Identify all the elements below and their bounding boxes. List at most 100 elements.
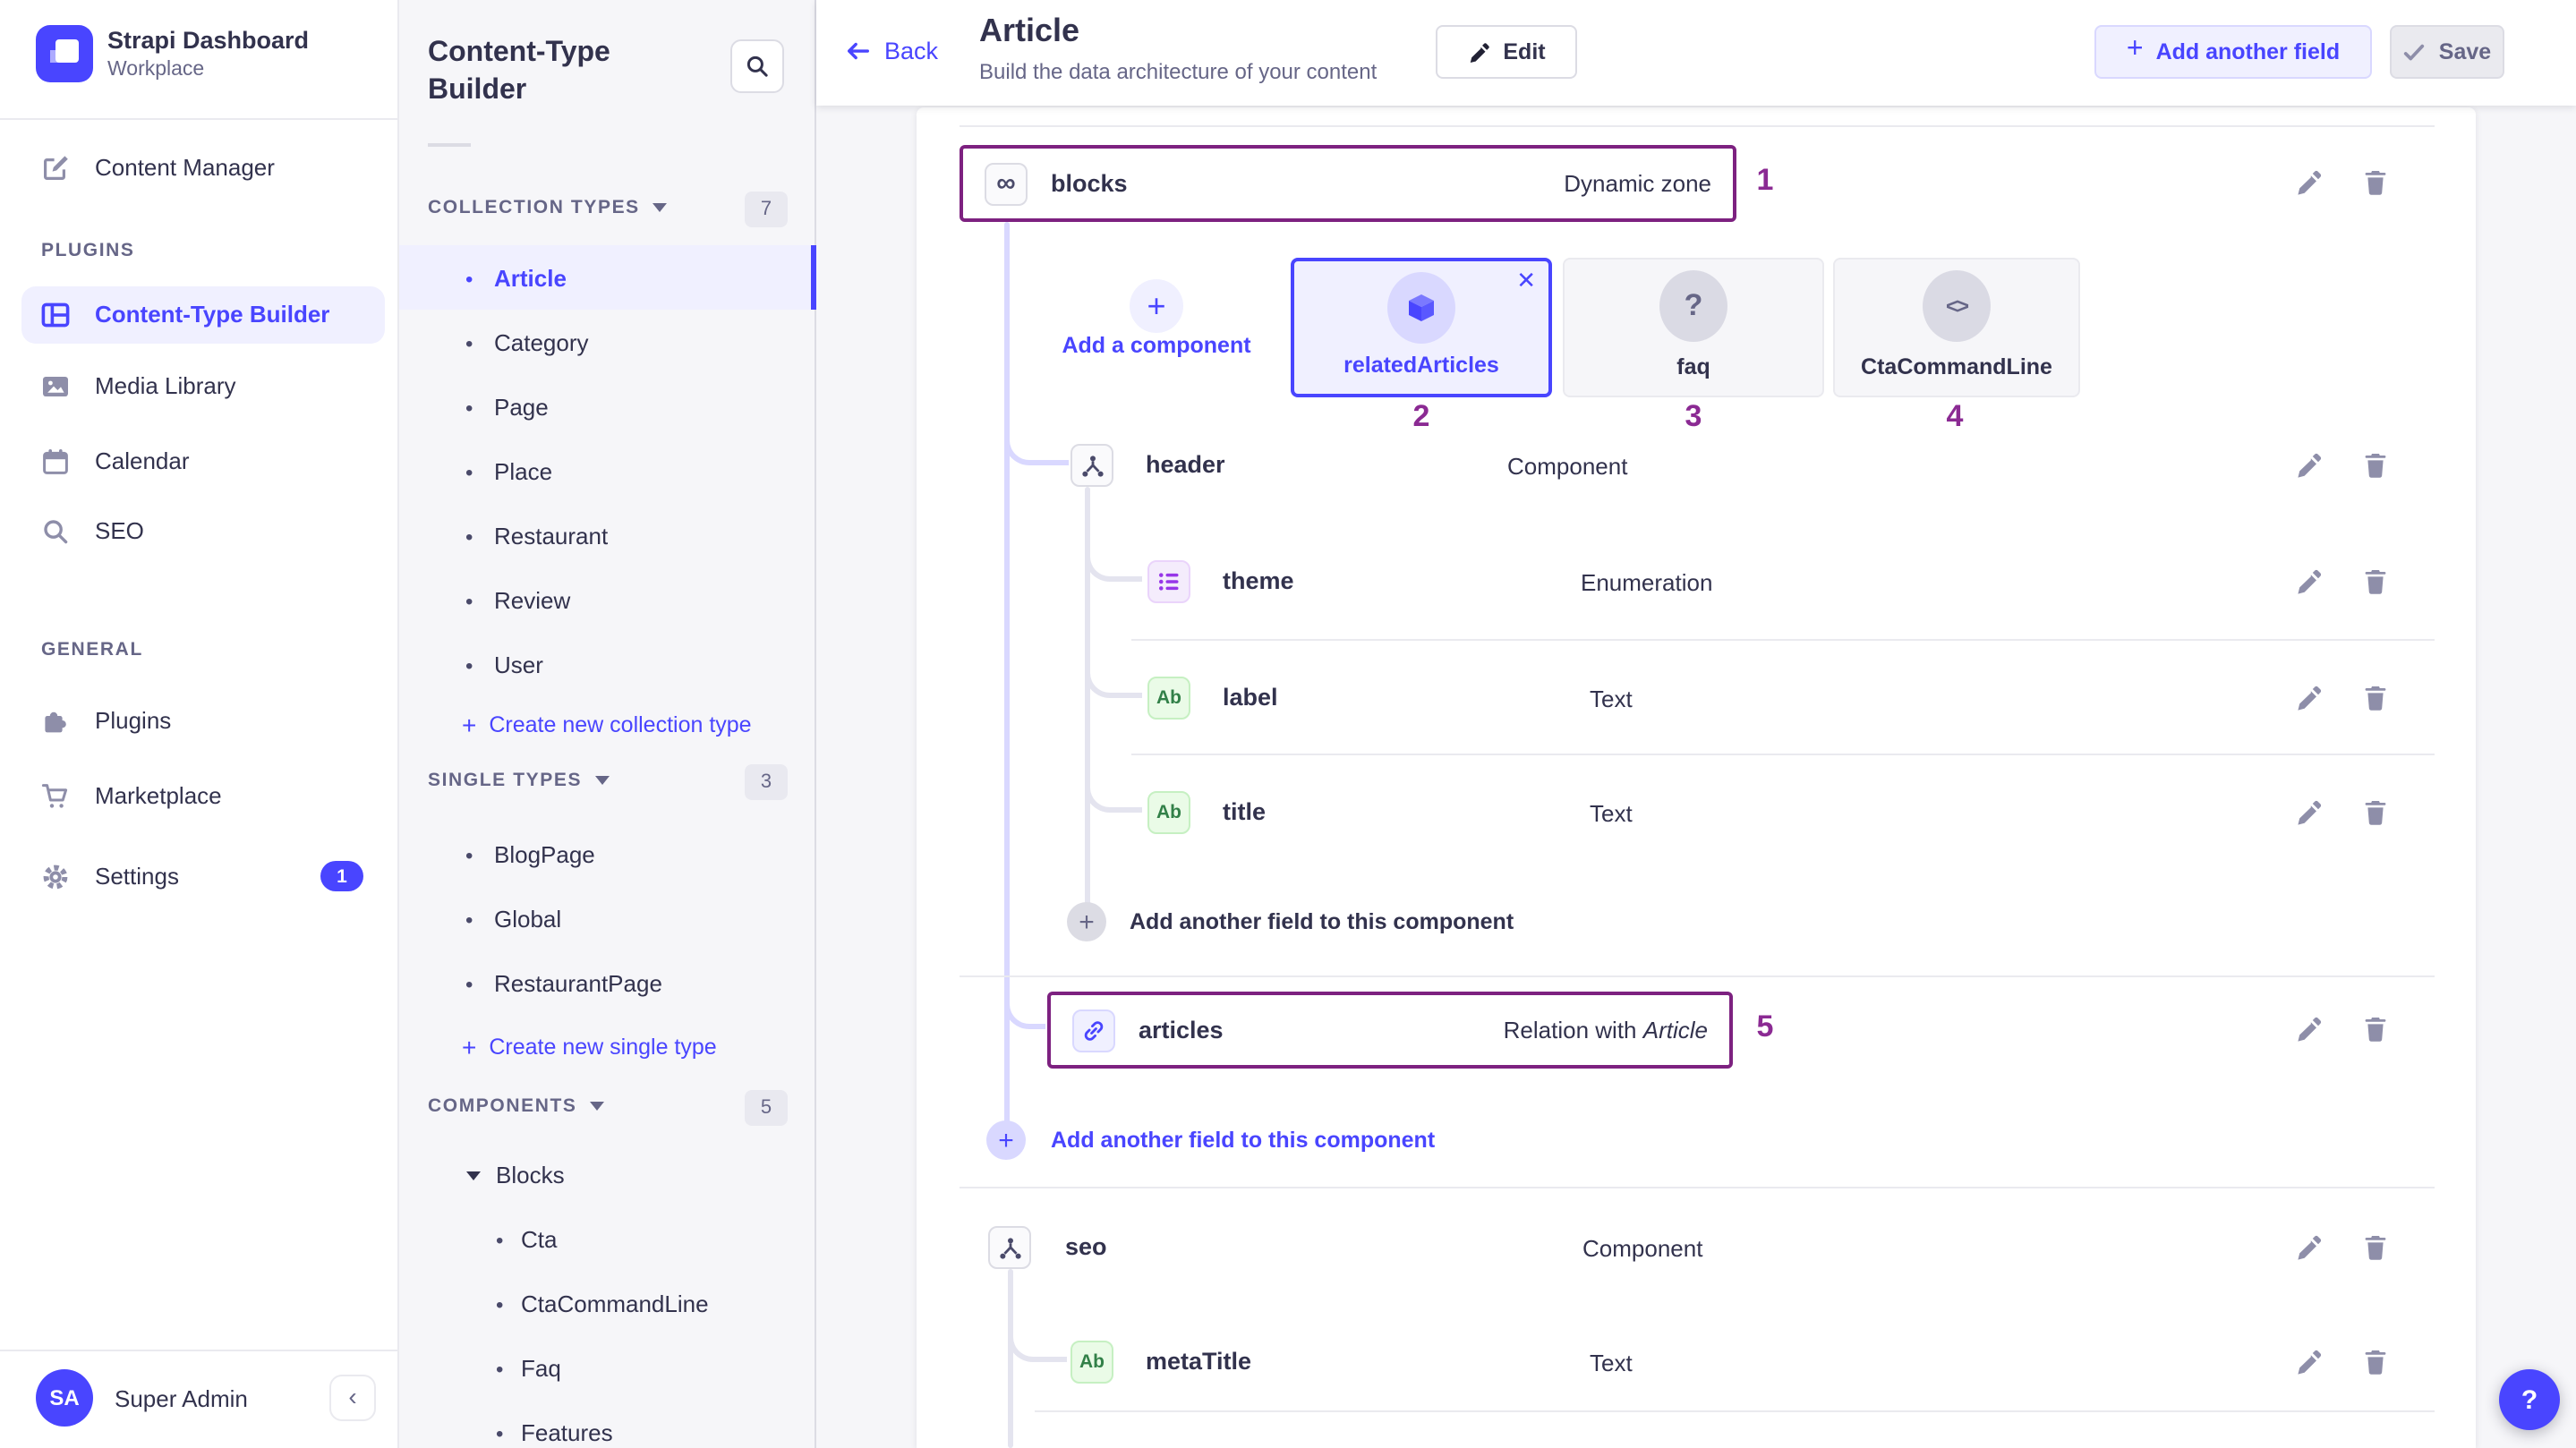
search-button[interactable] [730,39,784,93]
field-name: articles [1139,1017,1224,1043]
sidebar-item-calendar[interactable]: Calendar [0,433,399,490]
edit-field-button[interactable] [2295,1233,2324,1262]
component-card-relatedarticles[interactable]: ✕ relatedArticles [1291,258,1552,397]
component-card-faq[interactable]: ? faq [1563,258,1824,397]
edit-field-button[interactable] [2295,1015,2324,1043]
cart-icon [41,782,70,811]
pencil-icon [1467,40,1490,64]
sidebar-item-settings[interactable]: Settings 1 [0,848,399,906]
content-type-builder-subnav: Content-Type Builder COLLECTION TYPES 7 … [399,0,816,1448]
delete-field-button[interactable] [2361,798,2390,827]
delete-field-button[interactable] [2361,684,2390,712]
subnav-item-label: BlogPage [494,841,595,868]
delete-field-button[interactable] [2361,1233,2390,1262]
sidebar-item-marketplace[interactable]: Marketplace [0,768,399,825]
help-button[interactable]: ? [2499,1369,2560,1430]
delete-field-button[interactable] [2361,567,2390,596]
subnav-item-place[interactable]: • Place [399,451,816,501]
text-field-icon: Ab [1070,1341,1113,1384]
collapse-sidebar-button[interactable]: ‹ [329,1375,376,1421]
add-component-button[interactable]: + [1130,279,1183,333]
subnav-item-article[interactable]: • Article [399,258,816,308]
divider [960,1187,2435,1188]
field-name: theme [1223,567,1294,594]
edit-button[interactable]: Edit [1436,25,1577,79]
subnav-item-restaurant[interactable]: • Restaurant [399,515,816,566]
field-row-blocks-highlighted[interactable]: ∞ blocks Dynamic zone [960,145,1736,222]
search-icon [745,54,770,79]
sidebar-item-media-library[interactable]: Media Library [0,358,399,415]
subnav-group-blocks[interactable]: Blocks [399,1154,816,1205]
relation-target: Article [1643,1017,1708,1043]
subnav-item-global[interactable]: • Global [399,899,816,949]
delete-field-button[interactable] [2361,1015,2390,1043]
chevron-down-icon [653,202,669,213]
sidebar-item-seo[interactable]: SEO [0,503,399,560]
subnav-item-user[interactable]: • User [399,644,816,694]
subnav-item-page[interactable]: • Page [399,387,816,437]
add-field-to-component-button[interactable]: + [1067,902,1106,941]
subnav-item-label: Faq [521,1355,561,1382]
field-row-articles-highlighted[interactable]: articles Relation with Article [1047,992,1733,1069]
subnav-item-cta[interactable]: • Cta [399,1219,816,1269]
subnav-item-label: Restaurant [494,523,608,549]
add-another-field-button[interactable]: + Add another field [2094,25,2372,79]
puzzle-icon [41,707,70,736]
bullet-icon: • [465,653,473,678]
sidebar-item-label: Media Library [95,372,236,399]
save-button[interactable]: Save [2390,25,2504,79]
strapi-logo[interactable] [36,25,93,82]
plus-icon: + [1079,908,1095,935]
single-types-header[interactable]: SINGLE TYPES [428,770,610,791]
field-type: Dynamic zone [1564,170,1711,197]
divider [0,1350,399,1351]
divider [1131,639,2435,641]
page-header: Back Article Build the data architecture… [816,0,2576,106]
subnav-item-ctacommandline[interactable]: • CtaCommandLine [399,1283,816,1333]
subnav-item-blogpage[interactable]: • BlogPage [399,834,816,884]
edit-field-button[interactable] [2295,798,2324,827]
edit-field-button[interactable] [2295,1348,2324,1376]
create-single-type-link[interactable]: + Create new single type [462,1033,717,1061]
subnav-item-label: Article [494,265,567,292]
back-link[interactable]: Back [845,38,938,64]
bullet-icon: • [465,524,473,549]
components-header[interactable]: COMPONENTS [428,1095,606,1117]
chevron-left-icon: ‹ [348,1382,356,1410]
edit-field-button[interactable] [2295,684,2324,712]
component-card-ctacommandline[interactable]: <> CtaCommandLine [1833,258,2080,397]
delete-field-button[interactable] [2361,1348,2390,1376]
layout-grid-icon [41,301,70,329]
create-collection-type-link[interactable]: + Create new collection type [462,711,752,739]
delete-field-button[interactable] [2361,451,2390,480]
subnav-item-category[interactable]: • Category [399,322,816,372]
divider [1131,754,2435,755]
help-icon: ? [2521,1384,2538,1415]
workspace-title: Strapi Dashboard [107,27,309,54]
bullet-icon: • [465,267,473,292]
field-type: Relation with Article [1504,1017,1708,1043]
subnav-item-restaurantpage[interactable]: • RestaurantPage [399,963,816,1013]
subnav-item-faq[interactable]: • Faq [399,1348,816,1398]
close-icon[interactable]: ✕ [1516,267,1536,295]
subnav-item-features[interactable]: • Features [399,1412,816,1448]
edit-field-button[interactable] [2295,567,2324,596]
edit-field-button[interactable] [2295,168,2324,197]
sidebar-item-plugins[interactable]: Plugins [0,693,399,750]
subnav-item-label: CtaCommandLine [521,1290,709,1317]
row-actions [2295,684,2406,712]
add-field-to-component-label[interactable]: Add another field to this component [1130,909,1514,934]
sidebar-item-content-manager[interactable]: Content Manager [0,140,399,197]
create-link-label: Create new collection type [489,712,751,737]
subnav-item-review[interactable]: • Review [399,580,816,630]
add-field-to-component-button[interactable]: + [986,1120,1026,1160]
sidebar-item-content-type-builder[interactable]: Content-Type Builder [21,286,385,344]
edit-field-button[interactable] [2295,451,2324,480]
add-field-to-component-label[interactable]: Add another field to this component [1051,1128,1435,1153]
section-label: SINGLE TYPES [428,770,582,791]
avatar[interactable]: SA [36,1369,93,1427]
collection-types-header[interactable]: COLLECTION TYPES [428,197,669,218]
field-name: metaTitle [1146,1348,1251,1375]
delete-field-button[interactable] [2361,168,2390,197]
add-component-label[interactable]: Add a component [1049,333,1264,358]
